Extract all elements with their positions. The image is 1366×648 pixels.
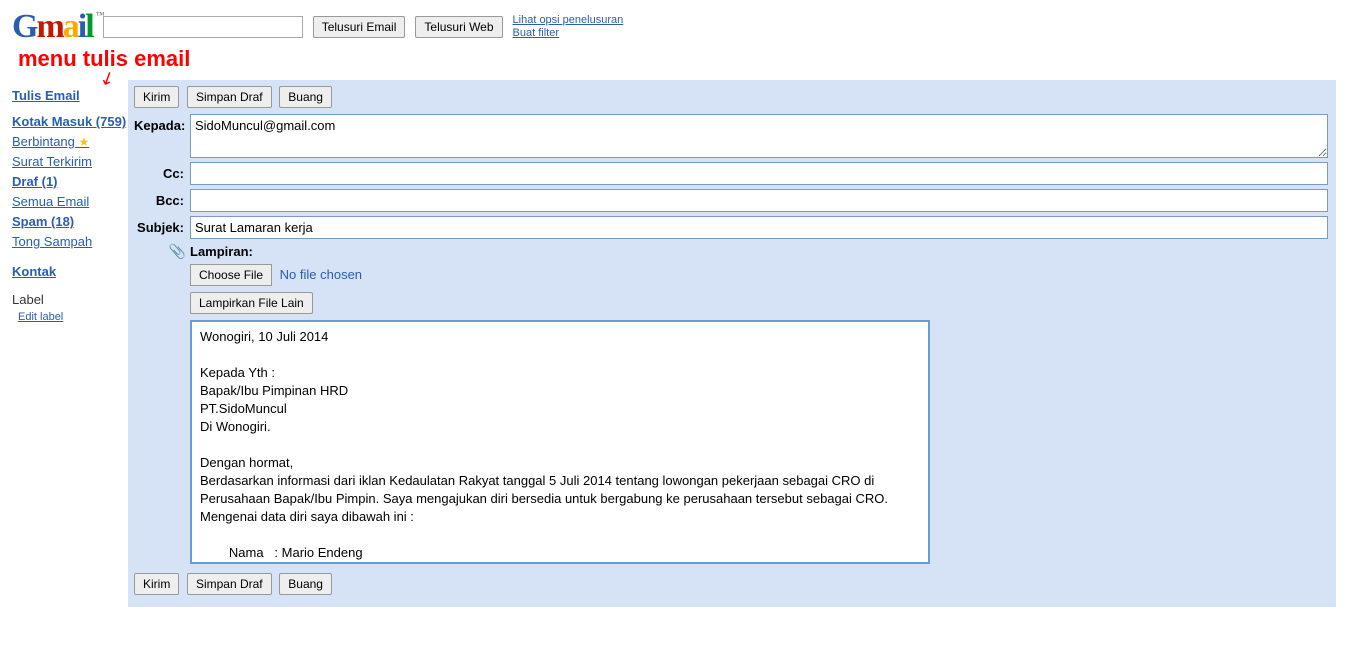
attach-label: Lampiran: [190,244,253,259]
to-label: Kepada: [134,114,190,133]
sidebar-all[interactable]: Semua Email [12,192,128,212]
sidebar-starred[interactable]: Berbintang ★ [12,132,128,152]
sidebar-drafts[interactable]: Draf (1) [12,172,128,192]
sidebar-spam[interactable]: Spam (18) [12,212,128,232]
discard-button-top[interactable]: Buang [279,86,332,108]
bcc-row: Bcc: [134,189,1328,212]
subject-label: Subjek: [134,216,190,235]
search-email-button[interactable]: Telusuri Email [313,16,406,38]
cc-row: Cc: [134,162,1328,185]
body-wrap [190,320,1328,567]
cc-label: Cc: [134,162,190,181]
attach-more-row: Lampirkan File Lain [190,292,1328,314]
to-row: Kepada: [134,114,1328,158]
save-draft-button-top[interactable]: Simpan Draf [187,86,272,108]
attach-controls: Choose File No file chosen [190,264,1328,286]
sidebar-sent[interactable]: Surat Terkirim [12,152,128,172]
top-button-row: Kirim Simpan Draf Buang [134,86,1328,108]
bottom-button-row: Kirim Simpan Draf Buang [134,573,1328,595]
paperclip-icon: 📎 [134,243,190,260]
sidebar-inbox[interactable]: Kotak Masuk (759) [12,112,128,132]
attach-header-row: 📎 Lampiran: [134,243,1328,260]
save-draft-button-bottom[interactable]: Simpan Draf [187,573,272,595]
search-input[interactable] [103,16,303,38]
send-button-bottom[interactable]: Kirim [134,573,179,595]
annotation-text: menu tulis email [18,46,1366,72]
gmail-logo: Gmail [12,8,93,46]
attach-more-button[interactable]: Lampirkan File Lain [190,292,313,314]
compose-panel: Kirim Simpan Draf Buang Kepada: Cc: Bcc:… [128,80,1336,607]
header-links: Lihat opsi penelusuran Buat filter [513,14,624,40]
body-textarea[interactable] [190,320,930,564]
to-input[interactable] [190,114,1328,158]
discard-button-bottom[interactable]: Buang [279,573,332,595]
star-icon: ★ [79,135,90,149]
sidebar-contacts[interactable]: Kontak [12,262,128,282]
bcc-input[interactable] [190,189,1328,212]
file-status: No file chosen [280,267,362,282]
sidebar-compose[interactable]: Tulis Email [12,86,128,106]
sidebar-label-header: Label [12,292,128,307]
link-search-options[interactable]: Lihat opsi penelusuran [513,14,624,27]
sidebar-edit-label[interactable]: Edit label [18,307,128,327]
choose-file-button[interactable]: Choose File [190,264,272,286]
link-create-filter[interactable]: Buat filter [513,27,624,40]
sidebar: Tulis Email Kotak Masuk (759) Berbintang… [0,80,128,607]
main-area: Tulis Email Kotak Masuk (759) Berbintang… [0,80,1366,607]
bcc-label: Bcc: [134,189,190,208]
cc-input[interactable] [190,162,1328,185]
send-button-top[interactable]: Kirim [134,86,179,108]
sidebar-trash[interactable]: Tong Sampah [12,232,128,252]
subject-row: Subjek: [134,216,1328,239]
subject-input[interactable] [190,216,1328,239]
search-web-button[interactable]: Telusuri Web [415,16,502,38]
